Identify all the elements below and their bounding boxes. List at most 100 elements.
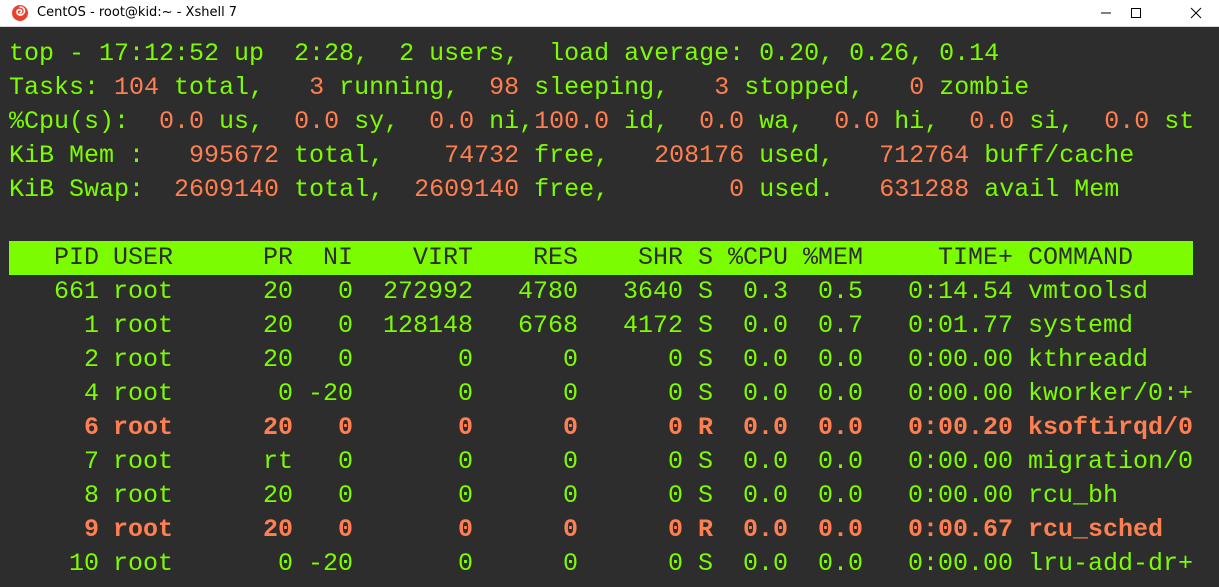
column-header-user: USER [113, 243, 174, 272]
cell-shr: 3640 [622, 277, 683, 306]
cell-user: root [113, 447, 174, 476]
summary-segment: sleeping, [519, 73, 715, 102]
cell-res: 0 [562, 481, 578, 510]
summary-segment: total, [279, 175, 415, 204]
process-table-header: PID USER PR NI VIRT RES SHR S %CPU %MEM TIME+ COMMA… [9, 241, 1193, 275]
cell-virt: 0 [457, 549, 473, 578]
process-row[interactable]: 7 root rt 0 0 0 0 S 0.0 0.0 0:00.00 migration/0 [9, 445, 1193, 479]
summary-segment: stopped, [729, 73, 910, 102]
cell-pr: 20 [262, 413, 293, 442]
cell-virt: 0 [457, 481, 473, 510]
cell-command: vmtoolsd [1028, 277, 1149, 306]
cell-pr: rt [262, 447, 293, 476]
cell-ni: 0 [337, 345, 353, 374]
cell-virt: 0 [457, 345, 473, 374]
close-button[interactable] [1173, 0, 1218, 26]
summary-segment: total, [159, 73, 310, 102]
summary-segment: hi, [879, 107, 970, 136]
summary-segment: wa, [744, 107, 835, 136]
uptime-line: top - 17:12:52 up 2:28, 2 users, load av… [9, 37, 999, 71]
cell-mem: 0.0 [817, 481, 863, 510]
process-row[interactable]: 10 root 0 -20 0 0 0 S 0.0 0.0 0:00.00 lru-add-dr+ [9, 547, 1193, 581]
cell-ni: 0 [337, 311, 353, 340]
tasks-line: Tasks: 104 total, 3 running, 98 sleeping… [9, 71, 1029, 105]
summary-segment: 0 [729, 175, 745, 204]
process-row[interactable]: 2 root 20 0 0 0 0 S 0.0 0.0 0:00.00 kthreadd [9, 343, 1193, 377]
maximize-icon [1130, 8, 1141, 18]
column-header-pid: PID [53, 243, 99, 272]
cell-pr: 20 [262, 481, 293, 510]
cell-time: 0:01.77 [907, 311, 1013, 340]
cell-pr: 0 [277, 379, 293, 408]
process-row[interactable]: 9 root 20 0 0 0 0 R 0.0 0.0 0:00.67 rcu_sched [9, 513, 1193, 547]
cell-mem: 0.0 [817, 549, 863, 578]
cell-virt: 0 [457, 413, 473, 442]
cell-time: 0:00.00 [907, 481, 1013, 510]
cell-state: R [698, 515, 714, 544]
column-header-ni: NI [322, 243, 353, 272]
cell-res: 0 [562, 345, 578, 374]
summary-segment: total, [279, 141, 445, 170]
summary-segment: 100.0 [534, 107, 610, 136]
cell-pid: 6 [83, 413, 99, 442]
cell-shr: 0 [667, 345, 683, 374]
column-header-shr: SHR [637, 243, 683, 272]
swap-line: KiB Swap: 2609140 total, 2609140 free, 0… [9, 173, 1119, 207]
cell-cpu: 0.0 [742, 379, 788, 408]
summary-segment: 0.0 [159, 107, 205, 136]
process-row[interactable]: 661 root 20 0 272992 4780 3640 S 0.3 0.5 0:14.54 vm… [9, 275, 1193, 309]
cell-res: 0 [562, 379, 578, 408]
maximize-button[interactable] [1113, 0, 1158, 26]
cell-pid: 10 [68, 549, 99, 578]
summary-segment: zombie [924, 73, 1030, 102]
cell-state: S [698, 549, 714, 578]
process-row[interactable]: 8 root 20 0 0 0 0 S 0.0 0.0 0:00.00 rcu_bh [9, 479, 1193, 513]
summary-segment: 0 [909, 73, 925, 102]
cell-mem: 0.0 [817, 447, 863, 476]
summary-segment: 995672 [189, 141, 280, 170]
summary-segment: avail Mem [969, 175, 1120, 204]
cell-time: 0:00.00 [907, 447, 1013, 476]
cell-user: root [113, 481, 174, 510]
cell-res: 0 [562, 447, 578, 476]
summary-segment: 712764 [879, 141, 970, 170]
xshell-window: CentOS - root@kid:~ - Xshell 7 top - 17:… [0, 0, 1219, 587]
cell-ni: 0 [337, 481, 353, 510]
cell-state: R [698, 413, 714, 442]
process-row[interactable]: 4 root 0 -20 0 0 0 S 0.0 0.0 0:00.00 kworker/0:+ [9, 377, 1193, 411]
cell-shr: 0 [667, 413, 683, 442]
summary-segment: ni, [474, 107, 535, 136]
cell-ni: 0 [337, 515, 353, 544]
cell-command: rcu_sched [1028, 515, 1164, 544]
summary-segment: top - 17:12:52 up 2:28, 2 users, load av… [9, 39, 1000, 68]
cell-virt: 0 [457, 515, 473, 544]
summary-segment: st [1149, 107, 1195, 136]
cell-ni: -20 [307, 549, 353, 578]
terminal-area[interactable]: top - 17:12:52 up 2:28, 2 users, load av… [0, 27, 1219, 587]
cell-pid: 9 [83, 515, 99, 544]
cell-cpu: 0.0 [742, 447, 788, 476]
cell-time: 0:00.00 [907, 549, 1013, 578]
process-row[interactable]: 1 root 20 0 128148 6768 4172 S 0.0 0.7 0:01.77 syst… [9, 309, 1193, 343]
process-row[interactable]: 6 root 20 0 0 0 0 R 0.0 0.0 0:00.20 ksoftirqd/0 [9, 411, 1193, 445]
cell-state: S [698, 481, 714, 510]
summary-segment: used, [744, 141, 880, 170]
summary-segment: 2609140 [174, 175, 280, 204]
summary-segment: free, [519, 175, 730, 204]
cell-state: S [698, 379, 714, 408]
cell-cpu: 0.0 [742, 311, 788, 340]
cell-time: 0:00.67 [907, 515, 1013, 544]
cell-cpu: 0.0 [742, 413, 788, 442]
cell-pr: 20 [262, 277, 293, 306]
title-bar[interactable]: CentOS - root@kid:~ - Xshell 7 [0, 0, 1219, 27]
cell-time: 0:14.54 [907, 277, 1013, 306]
summary-segment: running, [324, 73, 490, 102]
summary-segment: 631288 [879, 175, 970, 204]
summary-segment: 208176 [654, 141, 745, 170]
cell-pr: 20 [262, 515, 293, 544]
column-header-cpu: %CPU [727, 243, 788, 272]
column-header-virt: VIRT [412, 243, 473, 272]
cell-res: 4780 [517, 277, 578, 306]
cell-pid: 661 [53, 277, 99, 306]
summary-segment: %Cpu(s): [9, 107, 160, 136]
